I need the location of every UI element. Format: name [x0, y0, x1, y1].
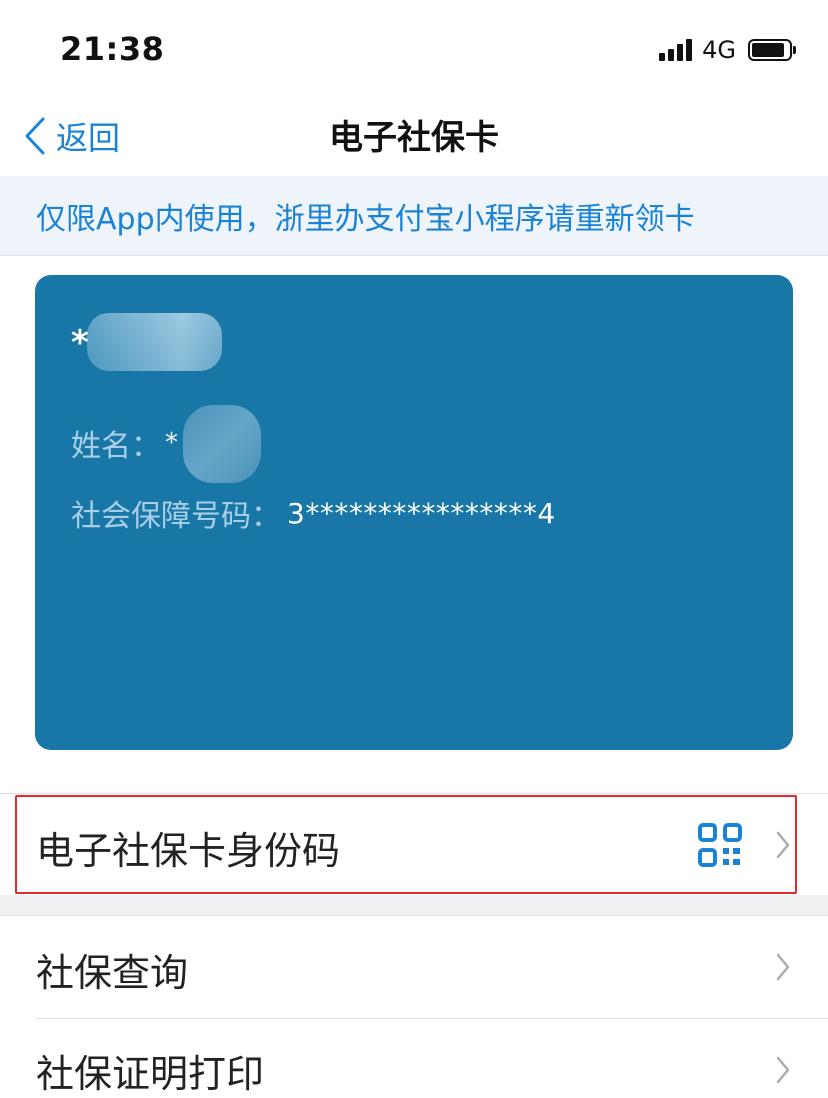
card-ssn-value: 3****************4 — [287, 496, 556, 530]
page-title: 电子社保卡 — [329, 118, 499, 158]
chevron-right-icon — [776, 953, 790, 981]
menu-item-social-security-query[interactable]: 社保查询 — [0, 916, 828, 1018]
card-ssn-row: 社会保障号码： 3****************4 — [71, 491, 556, 535]
signal-icon — [659, 39, 693, 61]
card-name-value: * — [165, 428, 178, 458]
battery-icon — [748, 39, 796, 61]
redacted-id-blur — [87, 313, 222, 371]
section-gap — [0, 895, 828, 915]
chevron-right-icon — [776, 1056, 790, 1084]
card-name-label: 姓名： — [71, 429, 161, 464]
status-indicators: 4G — [659, 36, 796, 64]
redacted-name-blur — [183, 405, 261, 483]
status-time: 21:38 — [60, 30, 165, 68]
network-type: 4G — [702, 36, 736, 64]
card-ssn-label: 社会保障号码： — [71, 499, 281, 534]
card-name-row: 姓名： * — [71, 421, 178, 465]
notice-text: 仅限App内使用，浙里办支付宝小程序请重新领卡 — [36, 202, 695, 237]
social-security-card[interactable]: * 姓名： * 社会保障号码： 3****************4 — [35, 275, 793, 750]
notice-banner: 仅限App内使用，浙里办支付宝小程序请重新领卡 — [0, 176, 828, 256]
menu-item-label: 社保证明打印 — [36, 1052, 265, 1096]
menu-item-label: 社保查询 — [36, 951, 189, 995]
status-bar: 21:38 4G — [0, 0, 828, 96]
nav-bar: 返回 电子社保卡 — [0, 96, 828, 176]
highlight-box — [15, 795, 797, 894]
menu-item-certificate-print[interactable]: 社保证明打印 — [0, 1019, 828, 1098]
card-id-mask: * — [71, 323, 89, 363]
